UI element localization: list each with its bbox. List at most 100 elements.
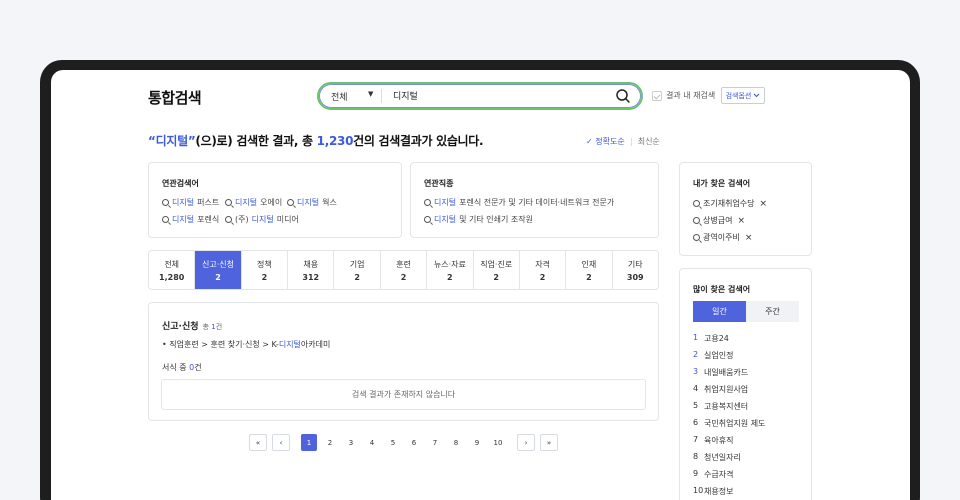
popular-item[interactable]: 3 내일배움카드: [693, 367, 748, 378]
search-input[interactable]: 디지털: [393, 89, 418, 102]
tab-count: 2: [447, 272, 453, 282]
tab-label: 훈련: [396, 259, 411, 269]
caret-down-icon[interactable]: ▼: [368, 90, 373, 98]
search-bar[interactable]: 전체 ▼ 디지털: [317, 82, 643, 110]
tab-count: 2: [539, 272, 546, 282]
sort-accuracy[interactable]: ✓ 정확도순: [586, 136, 625, 147]
my-searches-title: 내가 찾은 검색어: [693, 179, 751, 188]
related-keyword[interactable]: 디지털 오에이: [225, 197, 282, 208]
related-job[interactable]: 디지털 및 기타 인쇄기 조작원: [424, 214, 533, 225]
sort-latest[interactable]: 최신순: [638, 136, 660, 147]
related-keyword[interactable]: 디지털 웍스: [287, 197, 337, 208]
popular-item[interactable]: 4 취업지원사업: [693, 384, 748, 395]
popular-item[interactable]: 8 청년일자리: [693, 452, 741, 463]
tab-count: 1,280: [159, 272, 185, 282]
rank-number: 5: [693, 401, 699, 410]
search-icon[interactable]: [615, 88, 631, 104]
related-jobs-panel: 연관직종 디지털 포렌식 전문가 및 기타 데이터·네트워크 전문가 디지털 및 …: [410, 162, 659, 238]
prev-page-button[interactable]: ‹: [272, 434, 290, 451]
tab-label: 전체: [164, 259, 180, 269]
page-number[interactable]: 2: [322, 434, 338, 451]
keyword-highlight: 디지털: [235, 198, 258, 207]
summary-keyword: 디지털: [155, 134, 189, 148]
tab-all[interactable]: 전체 1,280: [149, 251, 196, 289]
tab-count: 2: [261, 272, 268, 282]
rank-number: 4: [693, 384, 699, 393]
tab-daily[interactable]: 일간: [693, 301, 746, 322]
rank-number: 6: [693, 418, 699, 427]
close-icon[interactable]: ×: [745, 233, 753, 243]
forms-prefix: 서식 중: [162, 363, 190, 372]
search-options-button[interactable]: 검색옵션: [721, 87, 765, 104]
related-keyword[interactable]: (주) 디지털 미디어: [225, 214, 299, 225]
popular-item-label: 내일배움카드: [704, 368, 749, 377]
tab-talent[interactable]: 인재 2: [566, 251, 613, 289]
keyword-highlight: 디지털: [434, 215, 457, 224]
popular-item[interactable]: 10 채용정보: [693, 486, 733, 497]
related-keyword[interactable]: 디지털 포렌식: [162, 214, 219, 225]
tab-policy[interactable]: 정책 2: [242, 251, 289, 289]
result-link[interactable]: • 직업훈련 > 훈련 찾기·신청 > K-디지털아카데미: [162, 339, 330, 350]
page-number[interactable]: 8: [448, 434, 464, 451]
first-page-button[interactable]: «: [249, 434, 267, 451]
tab-training[interactable]: 훈련 2: [381, 251, 428, 289]
popular-item[interactable]: 7 육아휴직: [693, 435, 733, 446]
search-scope-select[interactable]: 전체: [331, 90, 348, 103]
page-number[interactable]: 3: [343, 434, 359, 451]
keyword-rest: 웍스: [322, 198, 337, 207]
tab-count: 2: [354, 272, 360, 282]
popular-item[interactable]: 9 수급자격: [693, 469, 733, 480]
popular-item[interactable]: 1 고용24: [693, 333, 729, 344]
tab-weekly[interactable]: 주간: [746, 301, 799, 322]
page-number[interactable]: 4: [364, 434, 380, 451]
popular-item-label: 육아휴직: [704, 436, 734, 445]
divider: [381, 89, 382, 103]
close-icon[interactable]: ×: [737, 216, 745, 226]
keyword-highlight: 디지털: [251, 215, 274, 224]
page-number[interactable]: 1: [301, 434, 317, 451]
tab-count: 312: [302, 272, 320, 282]
page-number[interactable]: 5: [385, 434, 401, 451]
page-number[interactable]: 6: [406, 434, 422, 451]
page-number[interactable]: 9: [469, 434, 485, 451]
rank-number: 7: [693, 435, 699, 444]
popular-item-label: 고용24: [704, 334, 729, 343]
forms-count: 서식 중 0건: [162, 362, 202, 373]
total-prefix: 총: [202, 323, 212, 331]
tab-report-apply[interactable]: 신고·신청 2: [195, 251, 242, 289]
popular-item-label: 청년일자리: [704, 453, 741, 462]
popular-item[interactable]: 2 실업인정: [693, 350, 733, 361]
page-number[interactable]: 10: [490, 434, 506, 451]
tab-news[interactable]: 뉴스·자료 2: [427, 251, 474, 289]
search-within-results[interactable]: 결과 내 재검색: [652, 90, 715, 101]
sort-options: ✓ 정확도순 최신순: [586, 136, 660, 147]
popular-item[interactable]: 5 고용복지센터: [693, 401, 748, 412]
close-icon[interactable]: ×: [760, 199, 768, 209]
popular-item-label: 취업지원사업: [704, 385, 749, 394]
search-icon: [424, 199, 431, 206]
keyword-rest: 오에이: [260, 198, 283, 207]
my-search-item[interactable]: 상병급여 ×: [693, 215, 745, 226]
popular-item[interactable]: 6 국민취업지원 제도: [693, 418, 765, 429]
next-page-button[interactable]: ›: [517, 434, 535, 451]
page-title: 통합검색: [148, 89, 202, 107]
my-search-item[interactable]: 조기재취업수당 ×: [693, 198, 767, 209]
tab-recruit[interactable]: 채용 312: [288, 251, 335, 289]
popular-item-label: 수급자격: [704, 470, 734, 479]
related-job[interactable]: 디지털 포렌식 전문가 및 기타 데이터·네트워크 전문가: [424, 197, 614, 208]
page-number[interactable]: 7: [427, 434, 443, 451]
tab-career[interactable]: 직업·진로 2: [474, 251, 520, 289]
popular-item-label: 고용복지센터: [704, 402, 749, 411]
popular-searches-panel: 많이 찾은 검색어 일간 주간 1 고용24 2 실업인정 3 내일배움카드 4 취업지…: [679, 268, 812, 500]
search-icon: [162, 216, 169, 223]
my-search-item[interactable]: 광역이주비 ×: [693, 232, 752, 243]
keyword-rest: 및 기타 인쇄기 조작원: [459, 215, 533, 224]
last-page-button[interactable]: »: [540, 434, 558, 451]
tab-etc[interactable]: 기타 309: [613, 251, 658, 289]
period-tabs: 일간 주간: [693, 301, 799, 322]
tab-company[interactable]: 기업 2: [334, 251, 381, 289]
tab-license[interactable]: 자격 2: [520, 251, 567, 289]
related-keyword[interactable]: 디지털 퍼스트: [162, 197, 219, 208]
forms-suffix: 건: [194, 363, 202, 372]
checkbox[interactable]: [652, 90, 662, 101]
